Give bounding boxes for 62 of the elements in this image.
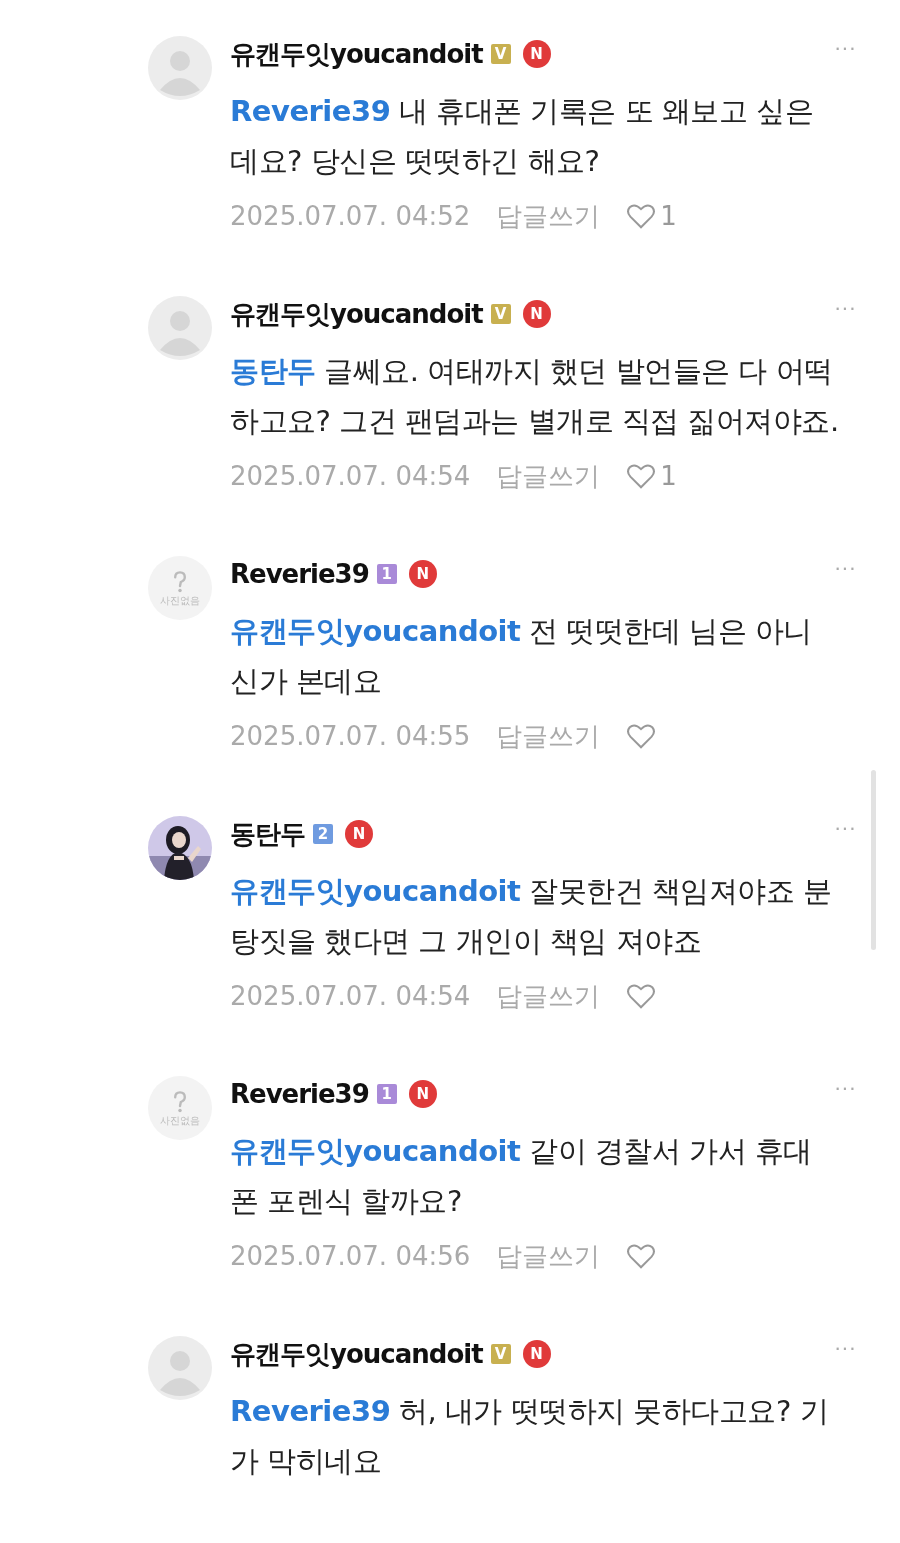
author-name[interactable]: Reverie39 <box>230 1079 369 1109</box>
like-button[interactable] <box>626 1242 657 1270</box>
comment-text: 유캔두잇youcandoit 전 떳떳한데 님은 아니신가 본데요 <box>230 613 813 700</box>
new-badge: N <box>522 300 551 328</box>
more-button[interactable]: ··· <box>830 36 860 60</box>
heart-icon <box>626 982 657 1010</box>
heart-icon <box>626 1242 657 1270</box>
comment-time: 2025.07.07. 04:52 <box>230 201 471 231</box>
mention-link[interactable]: 유캔두잇youcandoit <box>230 874 521 908</box>
author-name[interactable]: 동탄두 <box>230 816 305 852</box>
like-button[interactable]: 1 <box>626 201 677 231</box>
reply-link[interactable]: 답글쓰기 <box>496 198 601 234</box>
new-badge: N <box>522 40 551 68</box>
reply-link[interactable]: 답글쓰기 <box>496 718 601 754</box>
author-name[interactable]: Reverie39 <box>230 559 369 589</box>
comment-text: 유캔두잇youcandoit 같이 경찰서 가서 휴대폰 포렌식 할까요? <box>230 1133 813 1220</box>
level-badge: V <box>490 304 511 324</box>
more-button[interactable]: ··· <box>830 556 860 580</box>
author-name[interactable]: 유캔두잇youcandoit <box>230 1336 483 1372</box>
new-badge: N <box>408 1080 437 1108</box>
comment-text: 동탄두 글쎄요. 여태까지 했던 발언들은 다 어떡하고요? 그건 팬덤과는 별개로 직접 짊어져야죠. <box>230 353 840 440</box>
like-button[interactable]: 1 <box>626 461 677 491</box>
more-button[interactable]: ··· <box>830 296 860 320</box>
question-icon <box>172 570 188 594</box>
level-badge: 1 <box>376 564 397 584</box>
avatar-icon <box>148 296 212 360</box>
more-button[interactable]: ··· <box>830 816 860 840</box>
comment-text: 유캔두잇youcandoit 잘못한건 책임져야죠 분탕짓을 했다면 그 개인이 책임 져야죠 <box>230 873 833 960</box>
like-button[interactable] <box>626 722 657 750</box>
reply-link[interactable]: 답글쓰기 <box>496 458 601 494</box>
comment-time: 2025.07.07. 04:56 <box>230 1241 471 1271</box>
comment-time: 2025.07.07. 04:54 <box>230 981 471 1011</box>
author-name[interactable]: 유캔두잇youcandoit <box>230 296 483 332</box>
comment-time: 2025.07.07. 04:54 <box>230 461 471 491</box>
comment-text: Reverie39 내 휴대폰 기록은 또 왜보고 싶은데요? 당신은 떳떳하긴 해요? <box>230 93 815 180</box>
more-button[interactable]: ··· <box>830 1076 860 1100</box>
question-icon <box>172 1090 188 1114</box>
author-name[interactable]: 유캔두잇youcandoit <box>230 36 483 72</box>
like-button[interactable] <box>626 982 657 1010</box>
avatar-icon <box>148 36 212 100</box>
level-badge: V <box>490 1344 511 1364</box>
mention-link[interactable]: 유캔두잇youcandoit <box>230 1134 521 1168</box>
heart-icon <box>626 722 657 750</box>
level-badge: 1 <box>376 1084 397 1104</box>
mention-link[interactable]: Reverie39 <box>230 1394 391 1428</box>
new-badge: N <box>345 820 373 848</box>
new-badge: N <box>522 1340 551 1368</box>
new-badge: N <box>408 560 437 588</box>
more-button[interactable]: ··· <box>830 1336 860 1360</box>
reply-link[interactable]: 답글쓰기 <box>496 978 601 1014</box>
heart-icon <box>626 202 657 230</box>
mention-link[interactable]: Reverie39 <box>230 94 391 128</box>
reply-link[interactable]: 답글쓰기 <box>496 1238 601 1274</box>
mention-link[interactable]: 유캔두잇youcandoit <box>230 614 521 648</box>
heart-icon <box>626 462 657 490</box>
comment-time: 2025.07.07. 04:55 <box>230 721 471 751</box>
scrollbar[interactable] <box>871 770 876 950</box>
mention-link[interactable]: 동탄두 <box>230 354 316 388</box>
level-badge: V <box>490 44 511 64</box>
avatar-icon <box>148 1336 212 1400</box>
level-badge: 2 <box>313 824 333 844</box>
comment-text: Reverie39 허, 내가 떳떳하지 못하다고요? 기가 막히네요 <box>230 1393 830 1480</box>
